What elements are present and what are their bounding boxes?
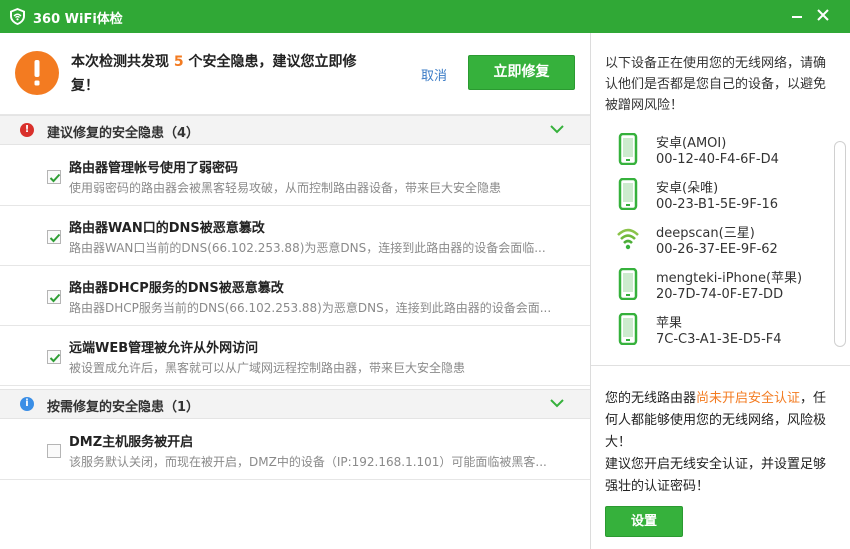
issue-title: DMZ主机服务被开启 — [69, 435, 194, 450]
advice-text: 建议您开启无线安全认证，并设置足够强壮的认证密码！ — [605, 457, 827, 494]
device-name: 安卓(朵唯) — [656, 181, 719, 196]
summary-message: 本次检测共发现 5 个安全隐患，建议您立即修复！ — [71, 50, 371, 98]
issue-item: DMZ主机服务被开启 该服务默认关闭，而现在被开启，DMZ中的设备（IP:192… — [0, 420, 590, 480]
device-item[interactable]: deepscan(三星) 00-26-37-EE-9F-62 — [591, 219, 831, 264]
device-item[interactable]: 苹果 7C-C3-A1-3E-D5-F4 — [591, 309, 831, 353]
issue-checkbox[interactable] — [47, 350, 61, 364]
checkmark-icon — [49, 293, 61, 303]
issue-item: 路由器DHCP服务的DNS被恶意篡改 路由器DHCP服务当前的DNS(66.10… — [0, 266, 590, 326]
cancel-link[interactable]: 取消 — [421, 65, 447, 84]
device-item[interactable]: 安卓(朵唯) 00-23-B1-5E-9F-16 — [591, 174, 831, 219]
issue-title: 路由器管理帐号使用了弱密码 — [69, 161, 239, 176]
group-title: 按需修复的安全隐患（1） — [47, 400, 200, 415]
warning-message: 您的无线路由器尚未开启安全认证，任何人都能够使用您的无线网络，风险极大！ 建议您… — [605, 388, 835, 498]
device-item[interactable]: mengteki-iPhone(苹果) 20-7D-74-0F-E7-DD — [591, 264, 831, 309]
warning-text-before: 您的无线路由器 — [605, 391, 697, 406]
info-icon: i — [20, 397, 34, 411]
summary-text-before: 本次检测共发现 — [71, 54, 174, 70]
issue-title: 远端WEB管理被允许从外网访问 — [69, 341, 259, 356]
group-title: 建议修复的安全隐患（4） — [47, 126, 200, 141]
issue-title: 路由器DHCP服务的DNS被恶意篡改 — [69, 281, 284, 296]
device-name: 安卓(AMOI) — [656, 136, 727, 151]
devices-intro: 以下设备正在使用您的无线网络，请确认他们是否都是您自己的设备，以避免被蹭网风险！ — [605, 56, 827, 113]
phone-icon — [618, 313, 638, 345]
issue-description: 路由器DHCP服务当前的DNS(66.102.253.88)为恶意DNS，连接到… — [69, 301, 552, 315]
device-name: deepscan(三星) — [656, 226, 755, 241]
warning-highlight: 尚未开启安全认证 — [696, 391, 801, 406]
app-logo-icon — [10, 8, 25, 25]
close-icon — [817, 9, 829, 21]
checkmark-icon — [49, 173, 61, 183]
issue-description: 使用弱密码的路由器会被黑客轻易攻破，从而控制路由器设备，带来巨大安全隐患 — [69, 181, 502, 195]
warning-icon: ! — [20, 123, 34, 137]
phone-icon — [618, 133, 638, 165]
security-warning: 您的无线路由器尚未开启安全认证，任何人都能够使用您的无线网络，风险极大！ 建议您… — [591, 365, 850, 549]
issue-checkbox[interactable] — [47, 170, 61, 184]
issue-description: 路由器WAN口当前的DNS(66.102.253.88)为恶意DNS，连接到此路… — [69, 241, 546, 255]
scan-summary: 本次检测共发现 5 个安全隐患，建议您立即修复！ 取消 立即修复 — [0, 33, 590, 115]
issue-description: 该服务默认关闭，而现在被开启，DMZ中的设备（IP:192.168.1.101）… — [69, 455, 547, 469]
device-name: 苹果 — [656, 316, 683, 331]
chevron-down-icon[interactable] — [548, 120, 566, 138]
issue-item: 路由器管理帐号使用了弱密码 使用弱密码的路由器会被黑客轻易攻破，从而控制路由器设… — [0, 146, 590, 206]
alert-badge — [15, 51, 59, 95]
device-mac: 00-12-40-F4-6F-D4 — [656, 152, 779, 167]
device-mac: 20-7D-74-0F-E7-DD — [656, 287, 784, 302]
checkmark-icon — [49, 233, 61, 243]
issue-checkbox[interactable] — [47, 444, 61, 458]
wifi-icon — [617, 228, 639, 250]
issue-description: 被设置成允许后，黑客就可以从广域网远程控制路由器，带来巨大安全隐患 — [69, 361, 466, 375]
checkmark-icon — [49, 353, 61, 363]
group-header-optional[interactable]: i 按需修复的安全隐患（1） — [0, 389, 590, 419]
device-list: 安卓(AMOI) 00-12-40-F4-6F-D4 安卓(朵唯) 00-23-… — [591, 129, 836, 353]
phone-icon — [618, 268, 638, 300]
issue-item: 路由器WAN口的DNS被恶意篡改 路由器WAN口当前的DNS(66.102.25… — [0, 206, 590, 266]
phone-icon — [618, 178, 638, 210]
device-list-scrollbar[interactable] — [834, 141, 846, 347]
window-title: 360 WiFi体检 — [33, 12, 123, 27]
device-mac: 00-23-B1-5E-9F-16 — [656, 197, 779, 212]
settings-button[interactable]: 设置 — [605, 506, 683, 537]
group-header-recommended[interactable]: ! 建议修复的安全隐患（4） — [0, 115, 590, 145]
issue-item: 远端WEB管理被允许从外网访问 被设置成允许后，黑客就可以从广域网远程控制路由器… — [0, 326, 590, 386]
fix-now-button[interactable]: 立即修复 — [468, 55, 575, 90]
issue-checkbox[interactable] — [47, 290, 61, 304]
issue-title: 路由器WAN口的DNS被恶意篡改 — [69, 221, 265, 236]
devices-panel: 以下设备正在使用您的无线网络，请确认他们是否都是您自己的设备，以避免被蹭网风险！… — [591, 33, 850, 549]
device-item[interactable]: 安卓(AMOI) 00-12-40-F4-6F-D4 — [591, 129, 831, 174]
device-name: mengteki-iPhone(苹果) — [656, 271, 803, 286]
exclamation-icon — [34, 60, 40, 86]
minimize-button[interactable] — [785, 4, 809, 26]
device-mac: 00-26-37-EE-9F-62 — [656, 242, 778, 257]
issue-count: 5 — [173, 54, 184, 70]
close-button[interactable] — [811, 4, 835, 26]
minimize-icon — [792, 16, 802, 18]
chevron-down-icon[interactable] — [548, 394, 566, 412]
issues-panel: 本次检测共发现 5 个安全隐患，建议您立即修复！ 取消 立即修复 ! 建议修复的… — [0, 33, 590, 549]
device-mac: 7C-C3-A1-3E-D5-F4 — [656, 332, 782, 347]
title-bar: 360 WiFi体检 — [0, 0, 850, 33]
issue-checkbox[interactable] — [47, 230, 61, 244]
